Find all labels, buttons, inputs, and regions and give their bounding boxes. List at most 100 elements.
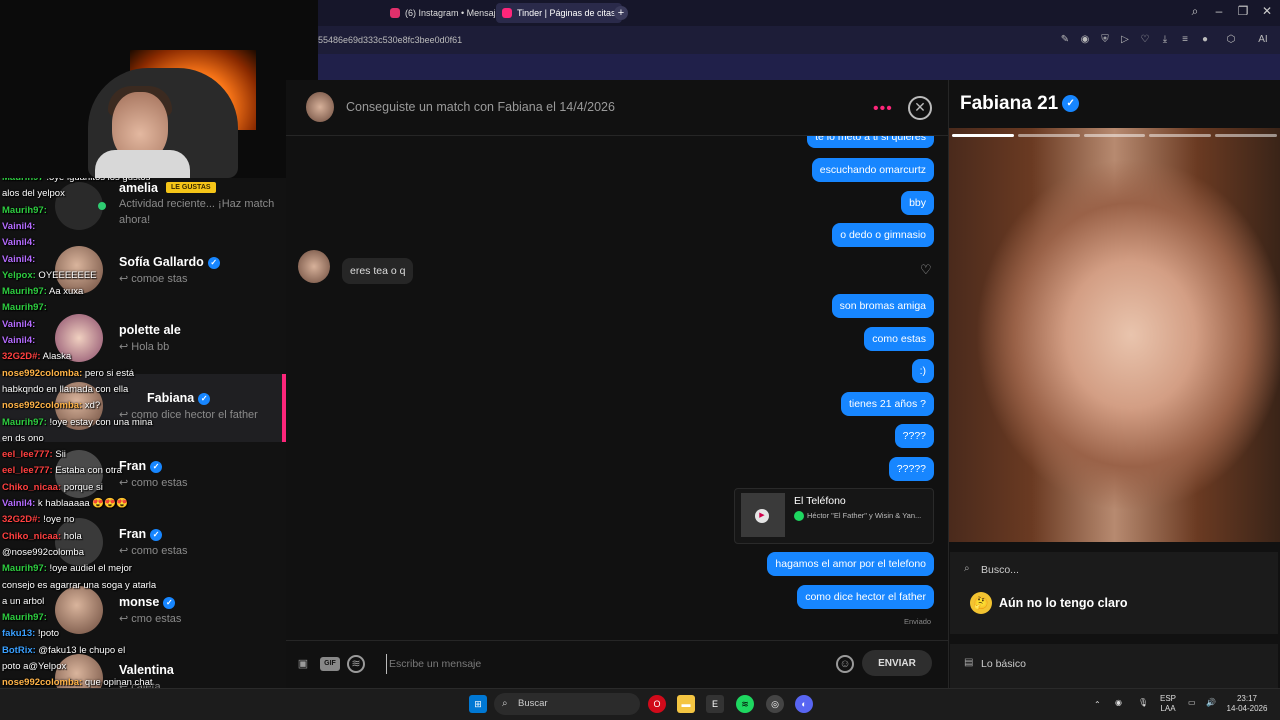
address-url[interactable]: 55486e69d333c530e8fc3bee0d0f61 (318, 35, 462, 45)
search-icon[interactable]: ⌕ (1184, 4, 1206, 19)
microphone-icon[interactable]: 🎙 (1138, 698, 1148, 708)
chat-message: Vainil4: (2, 319, 35, 330)
match-date-title: Conseguiste un match con Fabiana el 14/4… (346, 100, 615, 114)
match-row-polette[interactable]: polette ale ↩ Hola bb (0, 306, 286, 374)
profile-name: Fabiana 21 (960, 93, 1059, 114)
menu-icon[interactable]: ≡ (1178, 33, 1192, 47)
looking-for-value: Aún no lo tengo claro (999, 596, 1128, 610)
outgoing-message: como dice hector el father (797, 585, 934, 609)
chat-text: habkqndo en llamada con ella (2, 383, 129, 395)
chat-message: poto a@Yelpox (2, 661, 66, 672)
chat-username: Maurih97: (2, 563, 47, 575)
match-name: Fran (119, 459, 147, 473)
id-card-icon: ▤ (964, 657, 974, 668)
chat-text: porque si (61, 481, 103, 493)
profile-icon[interactable]: ● (1198, 33, 1212, 47)
chat-text: a un arbol (2, 595, 45, 607)
chrome-icon[interactable]: ◎ (766, 695, 784, 713)
edit-icon[interactable]: ✎ (1058, 33, 1072, 47)
sent-status: Enviado (904, 617, 932, 626)
outgoing-message: :) (911, 359, 934, 383)
photo-bar[interactable] (1215, 134, 1277, 137)
close-window-icon[interactable]: ✕ (1256, 4, 1278, 18)
more-options-icon[interactable]: ••• (873, 100, 893, 118)
match-avatar[interactable] (306, 92, 334, 122)
chat-text: poto a@Yelpox (2, 661, 67, 672)
epic-games-icon[interactable]: E (706, 695, 724, 713)
match-name: polette ale (119, 323, 181, 337)
tray-chevron-icon[interactable]: ⌃ (1094, 700, 1101, 710)
close-icon[interactable]: ✕ (908, 96, 932, 120)
outgoing-message: te lo meto a ti si quieres (807, 136, 934, 148)
gif-button[interactable]: GIF (320, 657, 340, 671)
chat-message: consejo es agarrar una soga y atarla (2, 580, 156, 591)
tray-app-icon[interactable]: ◉ (1115, 698, 1122, 708)
network-icon[interactable]: ▭ (1188, 698, 1196, 708)
language-indicator[interactable]: ESP LAA (1160, 694, 1176, 714)
shield-icon[interactable]: ⛨ (1098, 33, 1112, 47)
chat-username: Chiko_nicaa: (2, 530, 62, 542)
outgoing-message: como estas (864, 327, 934, 351)
file-explorer-icon[interactable]: ▬ (677, 695, 695, 713)
match-subtitle-2: ahora! (119, 214, 151, 226)
tab-instagram[interactable]: (6) Instagram • Mensajes (384, 3, 511, 23)
photo-bar[interactable] (952, 134, 1014, 137)
chat-text: @nose992colomba (2, 546, 85, 558)
chat-username: Maurih97: (2, 416, 47, 428)
outgoing-message: escuchando omarcurtz (811, 158, 934, 182)
chat-username: Maurih97: (2, 302, 47, 314)
photo-bar[interactable] (1083, 134, 1146, 137)
chat-text: pero si está (82, 367, 134, 379)
photo-bar[interactable] (1149, 134, 1212, 137)
chat-message: @nose992colomba (2, 547, 84, 558)
profile-photo[interactable] (949, 128, 1280, 542)
chat-username: nose992colomba: (2, 367, 83, 379)
windows-taskbar (0, 688, 1280, 720)
discord-icon[interactable]: ◐ (795, 695, 813, 713)
chat-message: Maurih97: !oye audiel el mejor (2, 563, 132, 574)
extensions-icon[interactable]: ⬡ (1224, 33, 1238, 47)
chat-text: Sii (52, 449, 66, 461)
camera-icon[interactable]: ◉ (1078, 33, 1092, 47)
chat-text: OYEEEEEEE (35, 269, 97, 281)
send-button[interactable]: ENVIAR (862, 650, 932, 676)
chat-message: 32G2D#: Alaska (2, 351, 71, 362)
download-icon[interactable]: ⤓ (1158, 33, 1172, 47)
contact-card-icon[interactable]: ▣ (294, 655, 312, 673)
start-icon[interactable]: ⊞ (469, 695, 487, 713)
verified-icon: ✓ (207, 256, 220, 269)
verified-icon: ✓ (150, 460, 163, 473)
match-name-wrap: Sofía Gallardo ✓ (119, 255, 220, 269)
taskbar-search[interactable]: Buscar (494, 693, 640, 715)
volume-icon[interactable]: 🔊 (1206, 698, 1216, 708)
search-icon: ⌕ (964, 563, 970, 574)
like-heart-icon[interactable]: ♡ (920, 262, 932, 278)
play-icon[interactable]: ▶ (755, 509, 769, 523)
play-icon[interactable]: ▷ (1118, 33, 1132, 47)
ai-icon[interactable]: AI (1250, 33, 1276, 47)
chat-text: !oye audiel el mejor (46, 563, 132, 575)
photo-bar[interactable] (1017, 134, 1080, 137)
chat-message: Maurih97: (2, 302, 47, 313)
chat-message: Chiko_nicaa: hola (2, 531, 82, 542)
opera-icon[interactable]: O (648, 695, 666, 713)
clock[interactable]: 23:17 14-04-2026 (1224, 694, 1270, 714)
chat-message: Vainil4: (2, 237, 35, 248)
avatar (55, 586, 103, 634)
chat-message: faku13: !poto (2, 628, 59, 639)
emoji-icon[interactable]: ☺ (836, 655, 854, 673)
tab-tinder[interactable]: Tinder | Páginas de citas (496, 3, 622, 23)
spotify-icon[interactable]: ≋ (736, 695, 754, 713)
chat-username: Maurih97: (2, 204, 47, 216)
chat-username: Vainil4: (2, 498, 36, 509)
match-name: monse (119, 595, 160, 609)
chat-username: Vainil4: (2, 335, 36, 346)
new-tab-button[interactable]: + (614, 6, 628, 20)
outgoing-message: son bromas amiga (831, 294, 934, 318)
maximize-icon[interactable]: ❐ (1232, 4, 1254, 18)
minimize-icon[interactable]: – (1208, 4, 1230, 18)
heart-icon[interactable]: ♡ (1138, 33, 1152, 47)
match-name-wrap: Fran ✓ (119, 459, 163, 473)
spotify-share-icon[interactable]: ≋ (347, 655, 365, 673)
message-input[interactable] (386, 654, 826, 674)
